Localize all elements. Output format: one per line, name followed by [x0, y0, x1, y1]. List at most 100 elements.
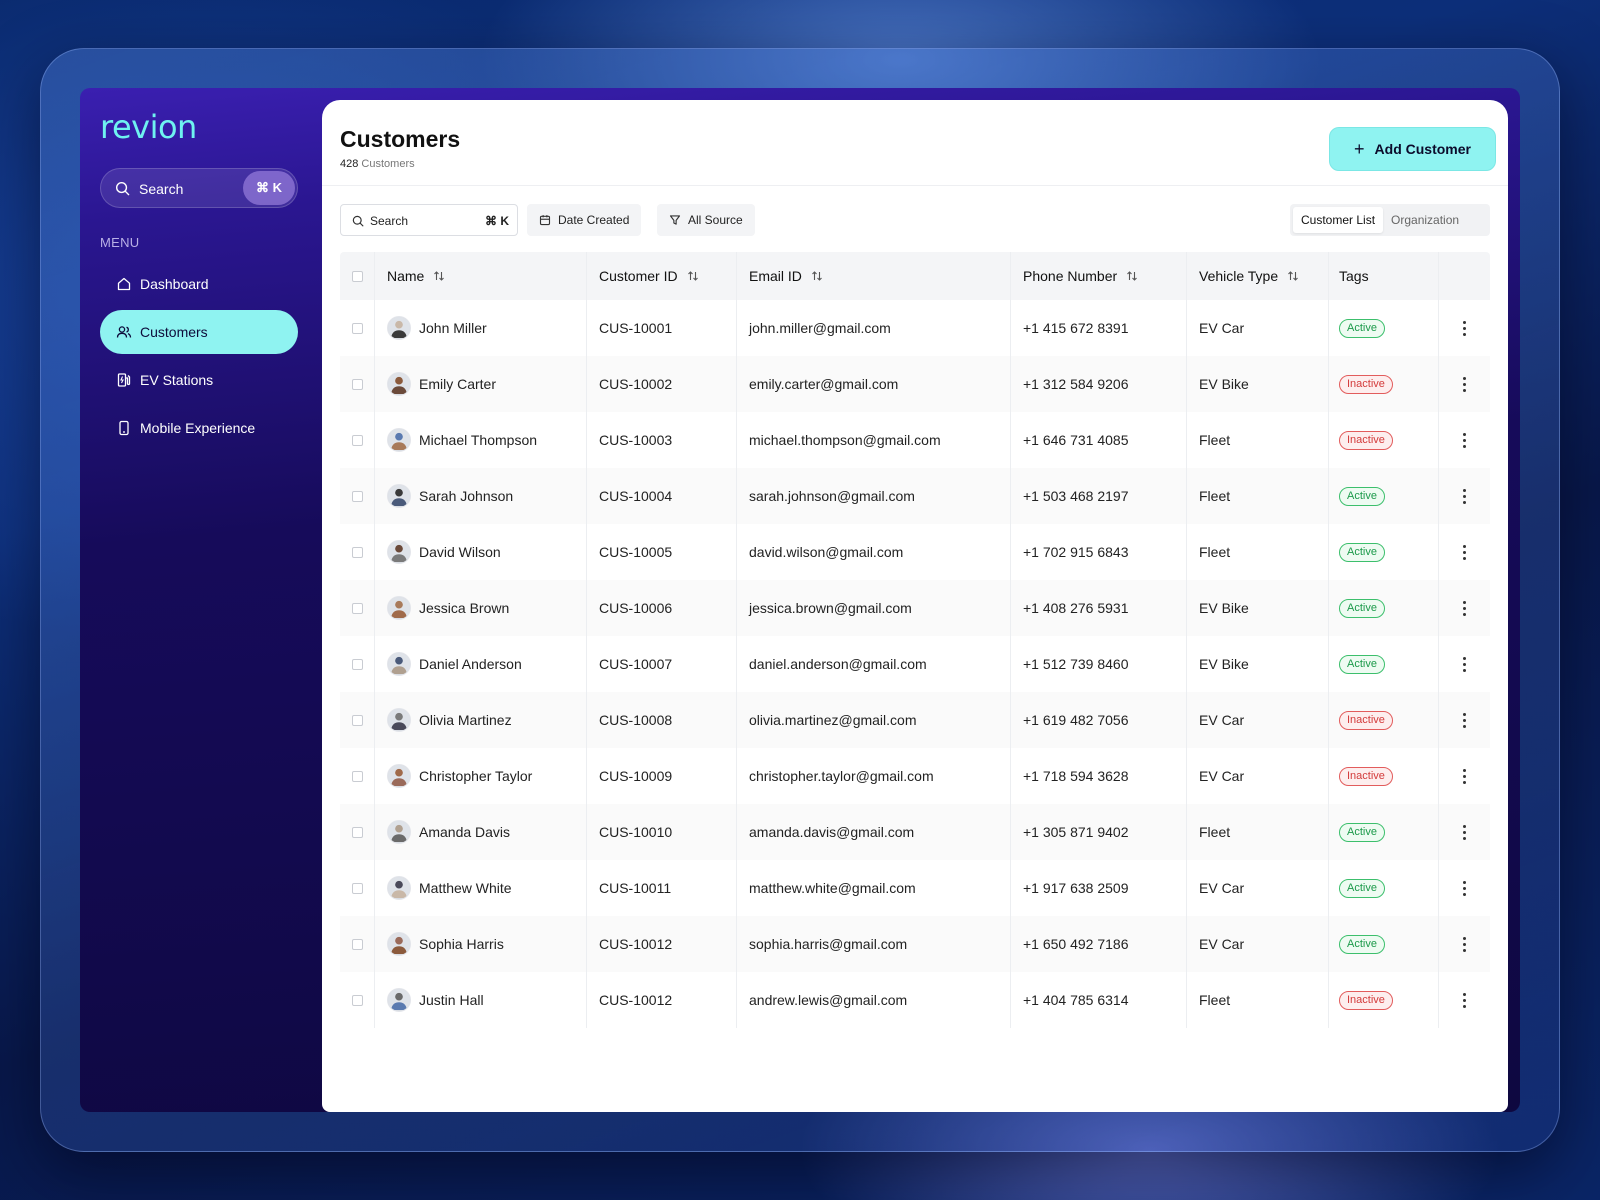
table-row[interactable]: Jessica Brown CUS-10006 jessica.brown@gmai…	[340, 580, 1490, 636]
home-icon	[116, 276, 132, 292]
avatar-image	[388, 653, 410, 674]
row-actions-cell	[1439, 860, 1490, 916]
table-row[interactable]: Sophia Harris CUS-10012 sophia.harris@gmai…	[340, 916, 1490, 972]
row-select-cell	[340, 804, 375, 860]
more-options-icon[interactable]	[1463, 432, 1466, 448]
row-select-cell	[340, 524, 375, 580]
row-checkbox[interactable]	[351, 938, 363, 950]
more-options-icon[interactable]	[1463, 544, 1466, 560]
calendar-icon	[539, 214, 551, 226]
more-options-icon[interactable]	[1463, 656, 1466, 672]
row-checkbox[interactable]	[351, 378, 363, 390]
sort-icon[interactable]	[433, 270, 445, 282]
more-options-icon[interactable]	[1463, 768, 1466, 784]
source-filter[interactable]: All Source	[657, 204, 755, 236]
sidebar-search-shortcut: ⌘ K	[243, 171, 295, 205]
row-checkbox[interactable]	[351, 770, 363, 782]
more-options-icon[interactable]	[1463, 880, 1466, 896]
vehicle-type-cell: EV Car	[1187, 860, 1329, 916]
sidebar-item-ev-stations[interactable]: EV Stations	[100, 358, 298, 402]
customer-name: Michael Thompson	[419, 432, 538, 448]
row-checkbox[interactable]	[351, 882, 363, 894]
row-checkbox[interactable]	[351, 994, 363, 1006]
row-select-cell	[340, 748, 375, 804]
tab-customer-list[interactable]: Customer List	[1293, 207, 1384, 233]
avatar-image	[388, 989, 410, 1010]
view-switcher: Customer List Organization	[1290, 204, 1490, 236]
table-row[interactable]: Sarah Johnson CUS-10004 sarah.johnson@gmai…	[340, 468, 1490, 524]
more-options-icon[interactable]	[1463, 488, 1466, 504]
sidebar-item-dashboard[interactable]: Dashboard	[100, 262, 298, 306]
tab-organization[interactable]: Organization	[1383, 207, 1467, 233]
email-cell: david.wilson@gmail.com	[737, 524, 1011, 580]
column-header-email[interactable]: Email ID	[737, 252, 1011, 300]
app-logo[interactable]: revion	[100, 108, 197, 146]
add-customer-button[interactable]: + Add Customer	[1329, 127, 1496, 171]
more-options-icon[interactable]	[1463, 936, 1466, 952]
vehicle-type-cell: Fleet	[1187, 412, 1329, 468]
date-created-filter[interactable]: Date Created	[527, 204, 642, 236]
column-header-vehicle-type[interactable]: Vehicle Type	[1187, 252, 1329, 300]
table-row[interactable]: Justin Hall CUS-10012 andrew.lewis@gmail.c…	[340, 972, 1490, 1028]
email-cell: emily.carter@gmail.com	[737, 356, 1011, 412]
row-checkbox[interactable]	[351, 714, 363, 726]
table-row[interactable]: Emily Carter CUS-10002 emily.carter@gmail.…	[340, 356, 1490, 412]
table-row[interactable]: David Wilson CUS-10005 david.wilson@gmail.…	[340, 524, 1490, 580]
table-search-input[interactable]: Search ⌘ K	[340, 204, 518, 236]
table-row[interactable]: Daniel Anderson CUS-10007 daniel.anderson@…	[340, 636, 1490, 692]
table-row[interactable]: Michael Thompson CUS-10003 michael.thompso…	[340, 412, 1490, 468]
table-row[interactable]: Olivia Martinez CUS-10008 olivia.martinez@…	[340, 692, 1490, 748]
sort-icon[interactable]	[1126, 270, 1138, 282]
tags-cell: Inactive	[1329, 972, 1439, 1028]
email-cell: john.miller@gmail.com	[737, 300, 1011, 356]
row-checkbox[interactable]	[351, 826, 363, 838]
tags-cell: Inactive	[1329, 748, 1439, 804]
table-row[interactable]: John Miller CUS-10001 john.miller@gmail.co…	[340, 300, 1490, 356]
sort-icon[interactable]	[1287, 270, 1299, 282]
column-header-customer-id[interactable]: Customer ID	[587, 252, 737, 300]
sort-icon[interactable]	[811, 270, 823, 282]
column-header-name[interactable]: Name	[375, 252, 587, 300]
more-options-icon[interactable]	[1463, 320, 1466, 336]
more-options-icon[interactable]	[1463, 376, 1466, 392]
customer-name: Sophia Harris	[419, 936, 504, 952]
avatar	[387, 596, 411, 620]
select-all-checkbox[interactable]	[351, 270, 363, 282]
customer-id-cell: CUS-10007	[587, 636, 737, 692]
phone-cell: +1 619 482 7056	[1011, 692, 1187, 748]
sidebar-nav: Dashboard Customers EV Stations Mobile E…	[100, 262, 298, 454]
avatar-image	[388, 317, 410, 338]
table-row[interactable]: Matthew White CUS-10011 matthew.white@gmai…	[340, 860, 1490, 916]
more-options-icon[interactable]	[1463, 600, 1466, 616]
sidebar-item-customers[interactable]: Customers	[100, 310, 298, 354]
row-select-cell	[340, 860, 375, 916]
more-options-icon[interactable]	[1463, 824, 1466, 840]
more-options-icon[interactable]	[1463, 992, 1466, 1008]
avatar	[387, 484, 411, 508]
customer-name: Emily Carter	[419, 376, 497, 392]
more-options-icon[interactable]	[1463, 712, 1466, 728]
column-label: Name	[387, 268, 425, 284]
table-row[interactable]: Amanda Davis CUS-10010 amanda.davis@gmail.…	[340, 804, 1490, 860]
row-checkbox[interactable]	[351, 602, 363, 614]
row-checkbox[interactable]	[351, 658, 363, 670]
table-search-placeholder: Search	[370, 214, 409, 228]
row-checkbox[interactable]	[351, 434, 363, 446]
status-badge: Active	[1339, 598, 1385, 618]
row-checkbox[interactable]	[351, 490, 363, 502]
row-actions-cell	[1439, 804, 1490, 860]
column-header-phone[interactable]: Phone Number	[1011, 252, 1187, 300]
customer-id-cell: CUS-10005	[587, 524, 737, 580]
row-checkbox[interactable]	[351, 546, 363, 558]
table-row[interactable]: Christopher Taylor CUS-10009 christopher.t…	[340, 748, 1490, 804]
row-select-cell	[340, 468, 375, 524]
row-checkbox[interactable]	[351, 322, 363, 334]
tags-cell: Active	[1329, 300, 1439, 356]
name-cell: Olivia Martinez	[375, 692, 587, 748]
sidebar-search[interactable]: Search ⌘ K	[100, 168, 298, 208]
row-actions-cell	[1439, 412, 1490, 468]
avatar-image	[388, 765, 410, 786]
sidebar-item-mobile-experience[interactable]: Mobile Experience	[100, 406, 298, 450]
avatar	[387, 708, 411, 732]
sort-icon[interactable]	[687, 270, 699, 282]
